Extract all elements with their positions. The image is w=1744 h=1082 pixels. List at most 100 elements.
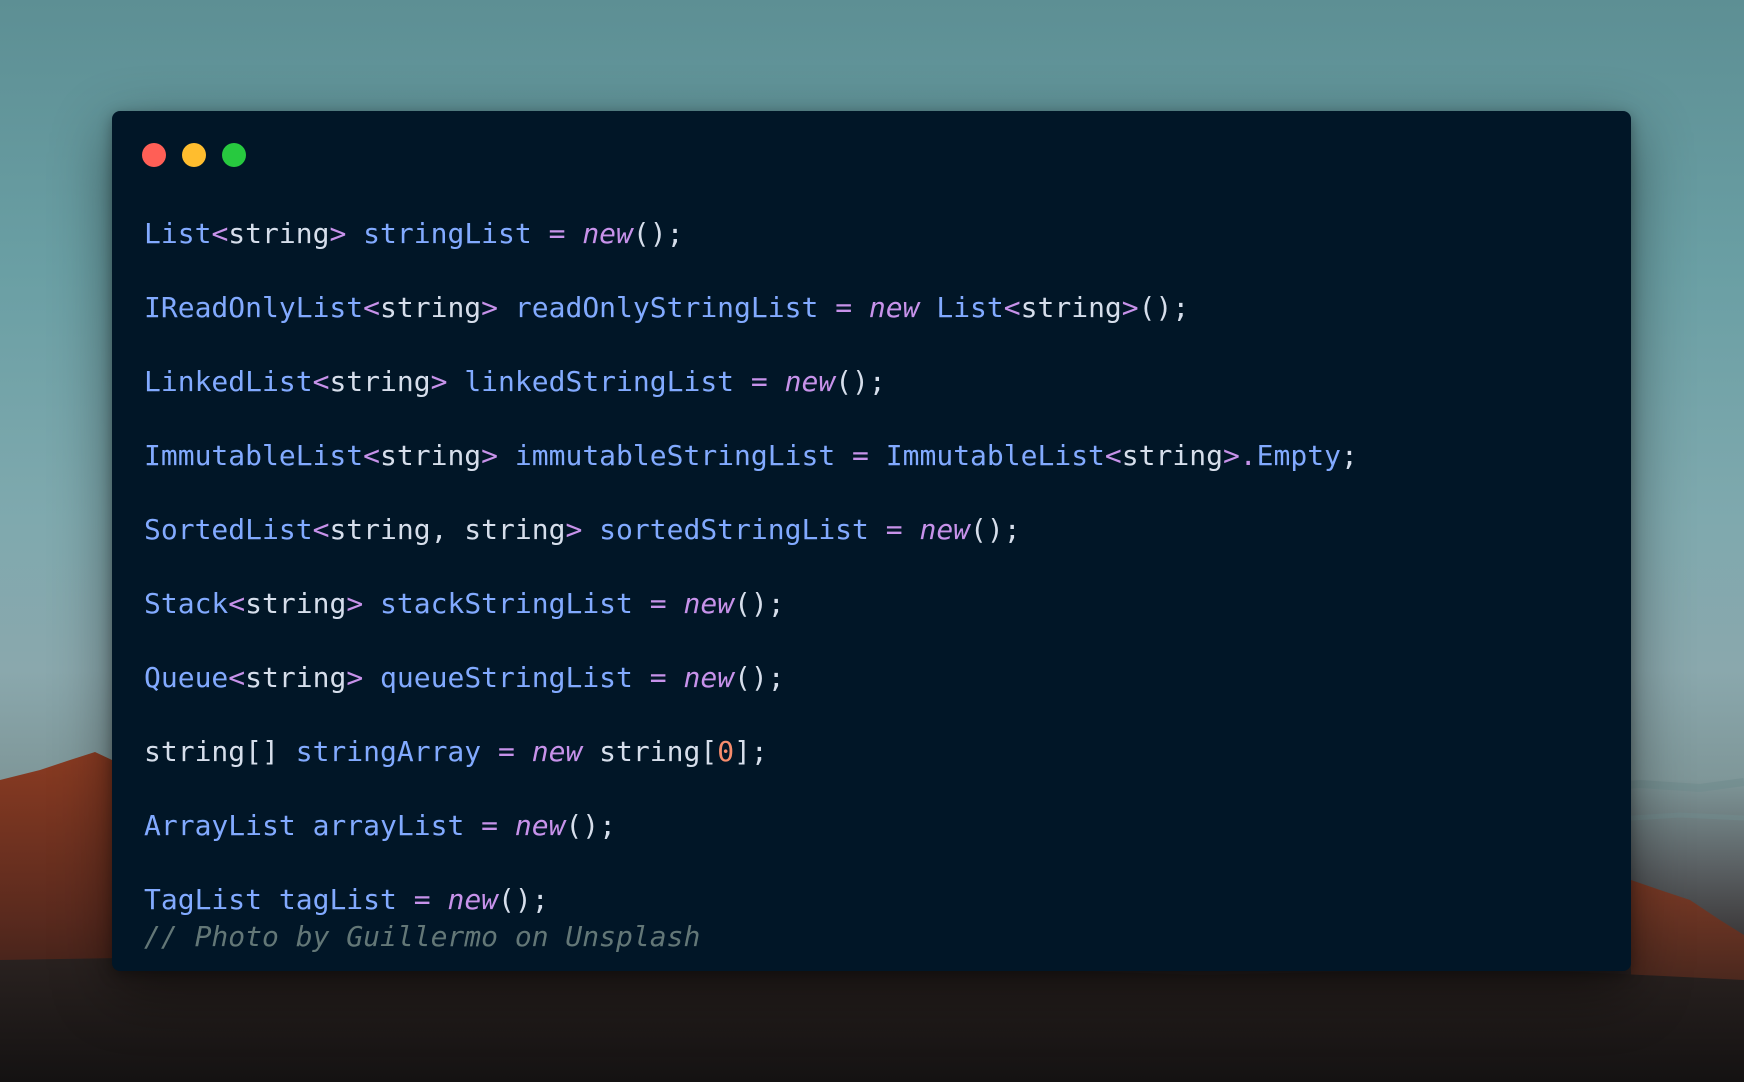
code-token: string[]	[144, 735, 279, 768]
code-token: List	[144, 217, 212, 250]
code-line: string[] stringArray = new string[0];	[144, 733, 1358, 770]
code-token: string	[329, 365, 431, 398]
code-line: TagList tagList = new();	[144, 881, 1358, 918]
code-token: <	[363, 439, 381, 472]
code-token: =	[413, 883, 431, 916]
code-token: 0	[717, 735, 735, 768]
code-token: >	[329, 217, 347, 250]
code-window: List<string> stringList = new(); IReadOnl…	[112, 111, 1631, 971]
code-comment: // Photo by Guillermo on Unsplash	[144, 920, 701, 953]
code-token: <	[211, 217, 229, 250]
code-token: List	[936, 291, 1004, 324]
code-token: stackStringList	[380, 587, 633, 620]
code-token: >	[481, 291, 499, 324]
code-token: new	[582, 217, 633, 250]
code-token: ;	[1340, 439, 1358, 472]
code-line: Queue<string> queueStringList = new();	[144, 659, 1358, 696]
code-line: ImmutableList<string> immutableStringLis…	[144, 437, 1358, 474]
code-token: .	[1239, 439, 1257, 472]
code-token: ();	[565, 809, 617, 842]
code-token: <	[228, 587, 246, 620]
code-token: >	[481, 439, 499, 472]
code-token: =	[852, 439, 869, 472]
code-token: >	[346, 587, 364, 620]
code-token: >	[565, 513, 583, 546]
code-token: new	[784, 365, 836, 398]
code-block: List<string> stringList = new(); IReadOnl…	[144, 215, 1358, 955]
code-token: string	[245, 661, 347, 694]
code-token: <	[1003, 291, 1021, 324]
code-token: new	[531, 735, 583, 768]
code-token: arrayList	[312, 809, 465, 842]
code-line: LinkedList<string> linkedStringList = ne…	[144, 363, 1358, 400]
close-window-button[interactable]	[142, 143, 166, 167]
code-token: stringArray	[295, 735, 482, 768]
code-token: =	[649, 661, 667, 694]
maximize-window-button[interactable]	[222, 143, 246, 167]
code-token: readOnlyStringList	[514, 291, 819, 324]
code-line: List<string> stringList = new();	[144, 215, 1358, 252]
code-token: queueStringList	[380, 661, 633, 694]
code-token: ImmutableList	[885, 439, 1105, 472]
code-token: new	[683, 661, 735, 694]
code-token: >	[1222, 439, 1240, 472]
code-token: Empty	[1256, 439, 1341, 472]
code-token: =	[750, 365, 768, 398]
code-token: string	[380, 291, 482, 324]
code-token: stringList	[363, 217, 532, 250]
code-token: LinkedList	[144, 365, 313, 398]
code-token: string, string	[329, 513, 566, 546]
code-token: string	[228, 217, 330, 250]
code-token: ];	[734, 735, 768, 768]
code-token: <	[363, 291, 381, 324]
code-token: IReadOnlyList	[144, 291, 364, 324]
window-controls	[142, 143, 246, 167]
code-token: =	[481, 809, 499, 842]
code-token: string	[1121, 439, 1223, 472]
code-line: ArrayList arrayList = new();	[144, 807, 1358, 844]
code-token: sortedStringList	[599, 513, 869, 546]
code-token: <	[312, 513, 330, 546]
code-token: ImmutableList	[144, 439, 364, 472]
code-token: <	[228, 661, 246, 694]
code-token: string[	[599, 735, 718, 768]
code-token: ();	[835, 365, 886, 398]
code-token: string	[1020, 291, 1122, 324]
code-token: ();	[734, 661, 785, 694]
code-token: >	[1121, 291, 1139, 324]
minimize-window-button[interactable]	[182, 143, 206, 167]
code-token: >	[346, 661, 364, 694]
code-token: Queue	[144, 661, 229, 694]
code-token: >	[430, 365, 448, 398]
code-token: new	[868, 291, 920, 324]
